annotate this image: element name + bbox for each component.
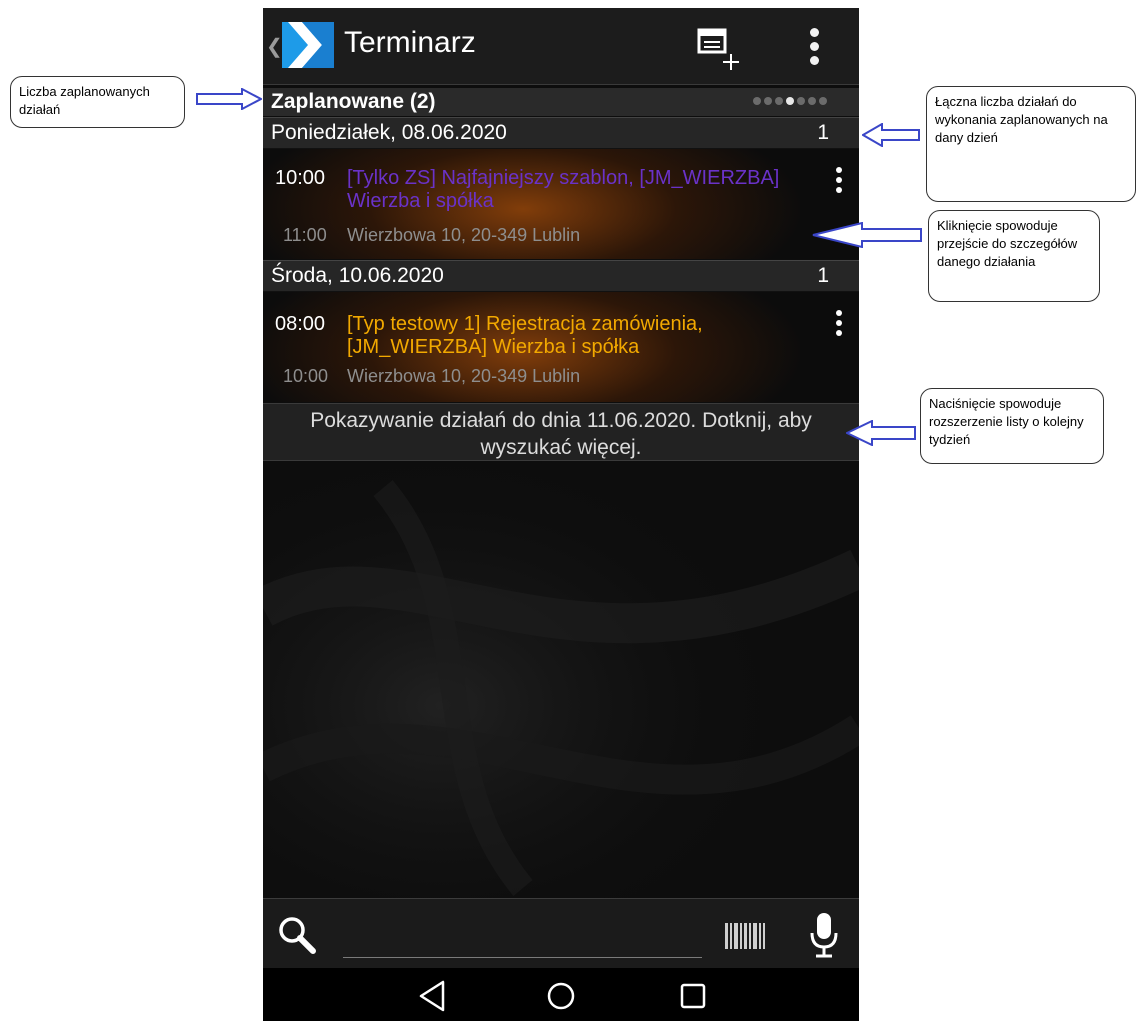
event-address: Wierzbowa 10, 20-349 Lublin [347,225,581,245]
add-event-icon[interactable] [693,20,745,72]
day-label: Poniedziałek, 08.06.2020 [271,121,507,144]
planned-count-title: Zaplanowane (2) [271,90,436,113]
overflow-menu-icon[interactable] [793,20,835,72]
event-address: Wierzbowa 10, 20-349 Lublin [347,366,581,386]
app-bar: ❮ Terminarz [263,8,859,85]
page-indicator [753,97,859,107]
search-input[interactable] [343,915,702,958]
search-icon[interactable] [277,915,317,955]
barcode-icon[interactable] [725,921,765,951]
event-title: [Tylko ZS] Najfajniejszy szablon, [JM_WI… [347,167,780,212]
page-dot [797,97,805,105]
up-chevron-icon[interactable]: ❮ [266,34,283,59]
page-dot [819,97,827,105]
day-header: Poniedziałek, 08.06.2020 1 [263,117,859,149]
arrow-left-icon [862,123,920,147]
day-event-count: 1 [817,121,829,144]
page-dot-active [786,97,794,105]
load-more-row[interactable]: Pokazywanie działań do dnia 11.06.2020. … [263,403,859,461]
app-title: Terminarz [344,26,476,59]
event-title: [Typ testowy 1] Rejestracja zamówienia, … [347,313,703,358]
event-item[interactable]: 08:00 [Typ testowy 1] Rejestracja zamówi… [263,292,859,402]
app-logo-icon[interactable] [282,22,334,68]
phone-screen: ❮ Terminarz Zaplanowane (2) Poniedziałek… [263,8,859,1021]
annotation-planned-count: Liczba zaplanowanych działań [10,76,185,128]
day-event-count: 1 [817,264,829,287]
event-end-time: 11:00 [283,225,327,245]
event-menu-icon[interactable] [829,310,849,344]
nav-home-icon[interactable] [541,976,581,1016]
day-header: Środa, 10.06.2020 1 [263,260,859,292]
nav-back-icon[interactable] [413,976,453,1016]
system-nav-bar [263,968,859,1021]
page-dot [775,97,783,105]
annotation-extend-list: Naciśnięcie spowoduje rozszerzenie listy… [920,388,1104,464]
event-start-time: 08:00 [275,313,326,335]
event-start-time: 10:00 [275,167,326,189]
day-label: Środa, 10.06.2020 [271,264,444,287]
nav-recents-icon[interactable] [673,976,713,1016]
page-dot [753,97,761,105]
page-dot [808,97,816,105]
arrow-right-icon [196,88,262,110]
annotation-day-total: Łączna liczba działań do wykonania zapla… [926,86,1136,202]
event-end-time: 10:00 [283,366,329,386]
event-item[interactable]: 10:00 [Tylko ZS] Najfajniejszy szablon, … [263,149,859,259]
annotation-click-details: Kliknięcie spowoduje przejście do szczeg… [928,210,1100,302]
page-dot [764,97,772,105]
section-header: Zaplanowane (2) [263,88,859,116]
microphone-icon[interactable] [808,911,840,959]
event-menu-icon[interactable] [829,167,849,201]
arrow-left-icon [846,420,916,446]
search-bar [263,898,859,969]
arrow-left-icon [812,222,922,248]
